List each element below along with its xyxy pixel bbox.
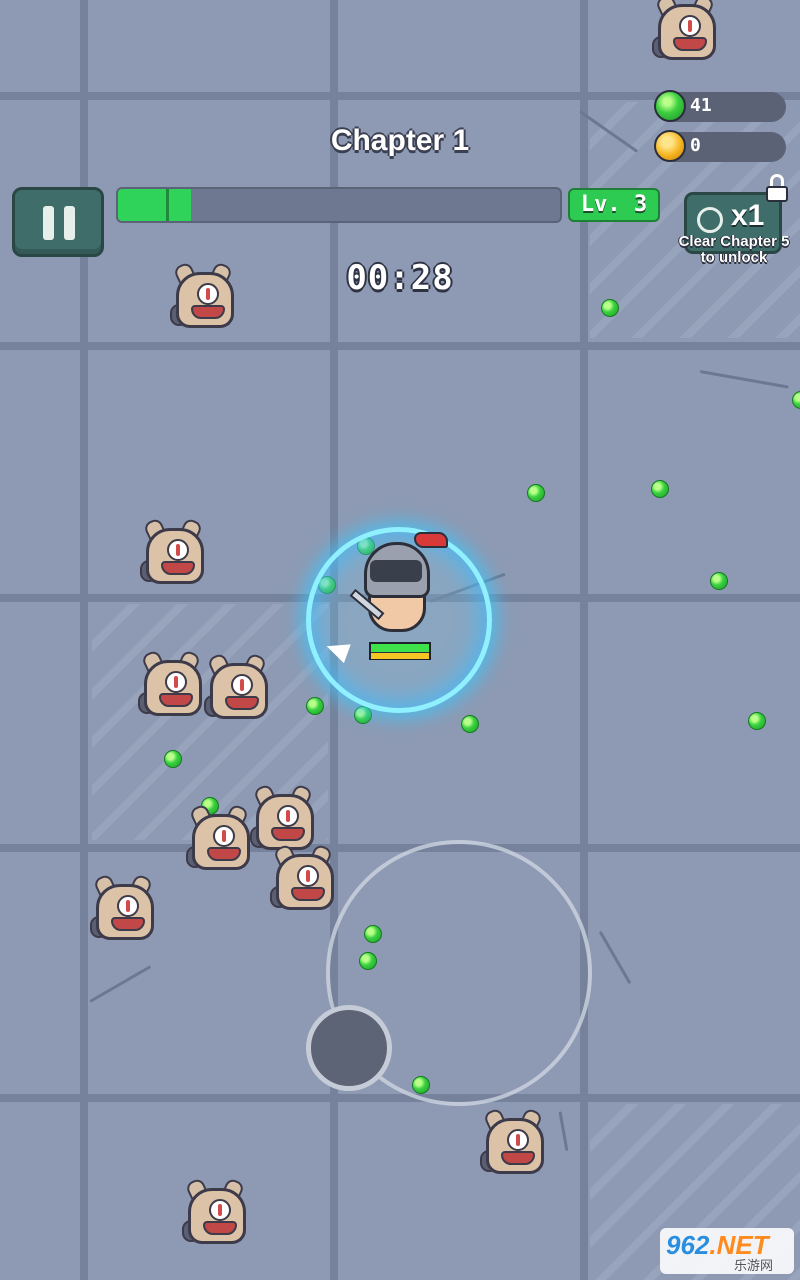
watermark-subtext: 乐游网 [734,1259,774,1274]
experience-bar [116,187,562,223]
pause-button[interactable] [12,187,104,257]
level-badge: Lv. 3 [568,188,660,222]
gem-count: 41 [690,95,712,116]
cyclops-monster [204,652,270,719]
xp-gem [527,484,545,502]
xp-gem [710,572,728,590]
xp-gem [748,712,766,730]
floor-seam [0,844,800,852]
hero-health-fill [371,644,429,652]
floor-crack [558,1111,569,1152]
hero-health-bar [369,642,431,660]
xp-gem [601,299,619,317]
coin-count: 0 [690,135,701,156]
xp-gem [164,750,182,768]
hero-plume [414,532,448,548]
floor-seam [0,342,800,350]
floor-seam [0,1094,800,1102]
floor-crack [89,965,152,1003]
cyclops-monster [138,649,204,716]
joystick-knob[interactable] [306,1005,392,1091]
cyclops-monster [270,843,336,910]
cyclops-monster [182,1177,248,1244]
pause-icon [43,206,77,240]
watermark-logo: 962.NET 乐游网 [660,1228,794,1274]
hero-energy-fill [371,653,429,659]
experience-fill [118,189,191,221]
cyclops-monster [250,783,316,850]
gem-counter: 41 [654,90,786,122]
xp-gem [651,480,669,498]
cyclops-monster [480,1107,546,1174]
cyclops-monster [90,873,156,940]
floor-crack [699,370,789,389]
speed-label: x1 [731,199,765,232]
xp-gem [306,697,324,715]
speed-clock-icon [697,207,723,233]
coin-icon [654,130,686,162]
gem-icon [654,90,686,122]
lock-icon [766,174,788,202]
floor-crack [598,930,632,985]
coin-counter: 0 [654,130,786,162]
cyclops-monster [140,517,206,584]
knight-hero [349,530,452,640]
cyclops-monster [186,803,252,870]
cyclops-monster [652,0,718,60]
xp-gem [461,715,479,733]
experience-segment [166,189,169,221]
xp-gem [354,706,372,724]
hero-visor [370,560,422,582]
speed-unlock-hint: Clear Chapter 5 to unlock [678,233,790,266]
